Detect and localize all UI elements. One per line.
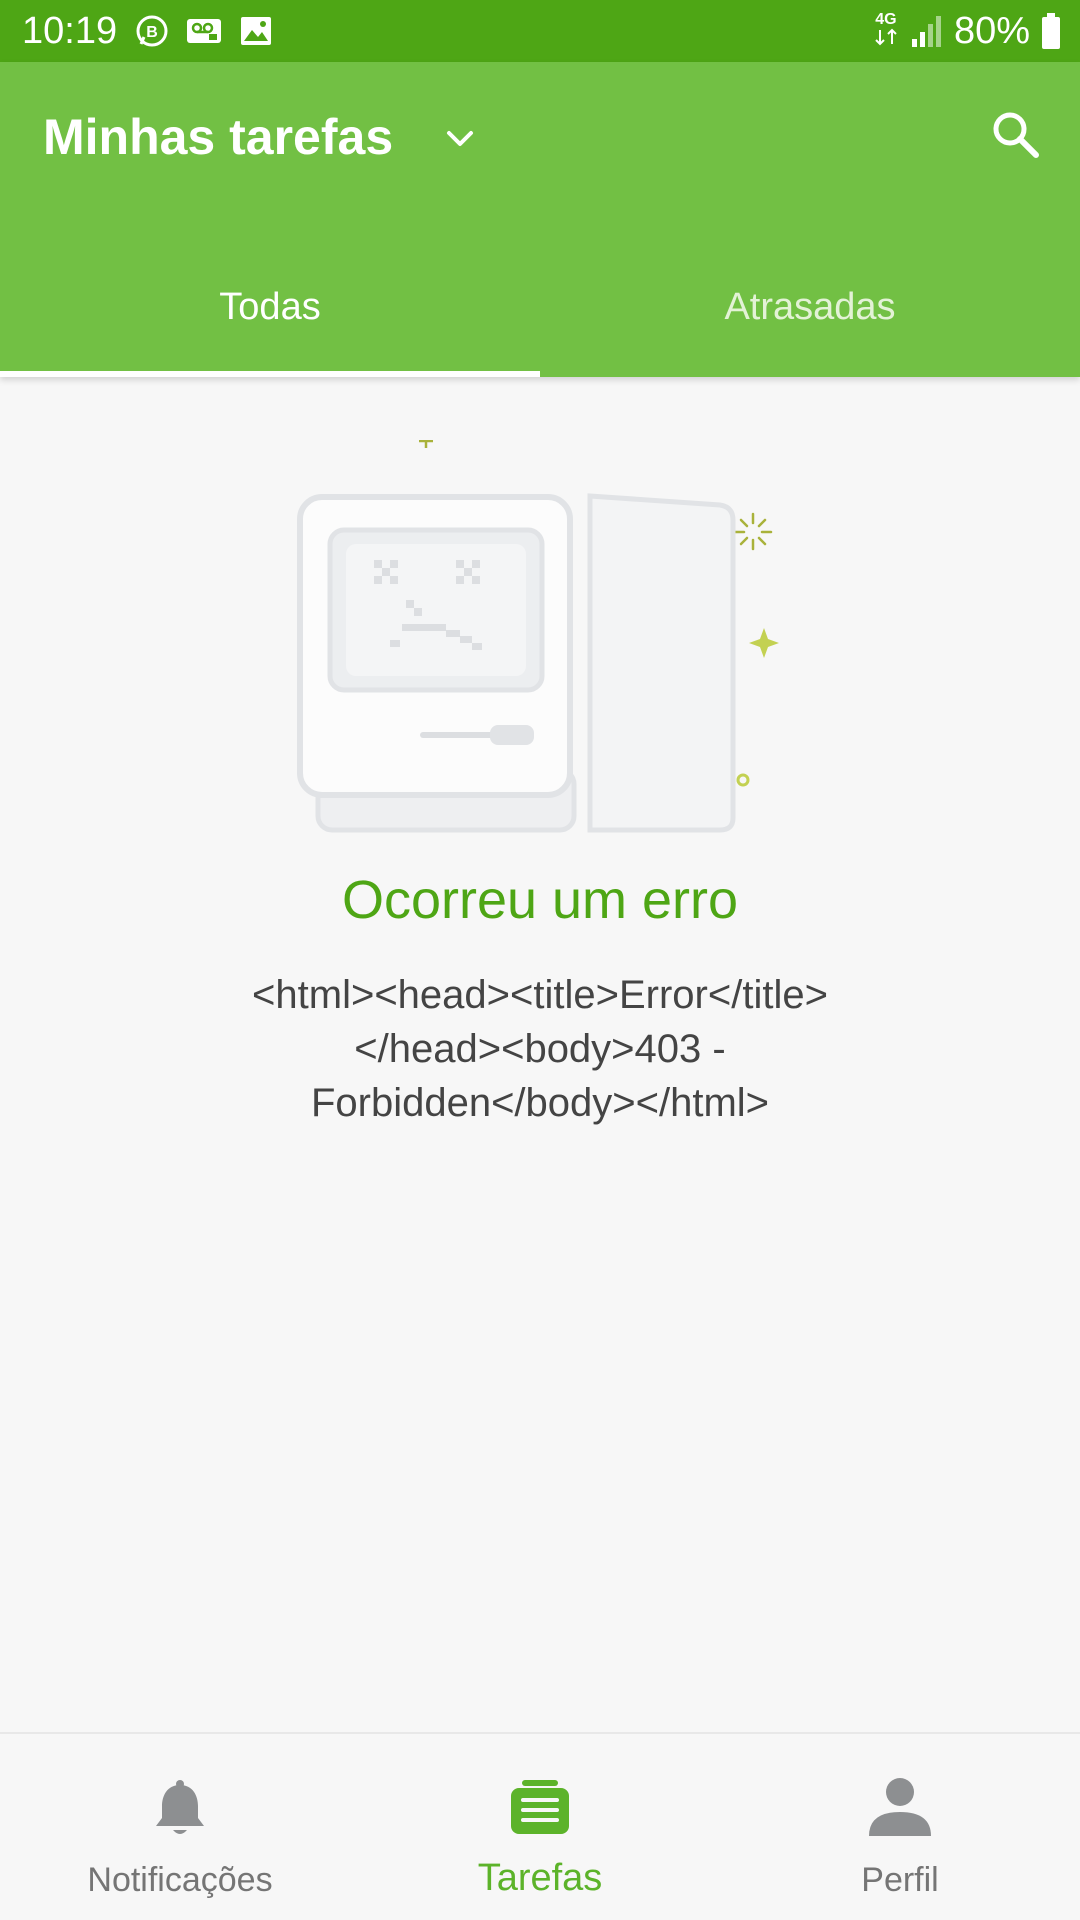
chevron-down-icon[interactable]: [442, 120, 478, 156]
search-icon[interactable]: [988, 107, 1044, 163]
nav-item-tarefas[interactable]: Tarefas: [360, 1734, 720, 1920]
notification-icons: B: [134, 13, 274, 49]
battery-percent: 80%: [953, 10, 1030, 52]
image-icon: [241, 17, 271, 45]
tab-indicator: [0, 371, 540, 377]
status-time: 10:19: [22, 10, 118, 52]
tab-atrasadas[interactable]: Atrasadas: [540, 262, 1080, 377]
svg-text:B: B: [146, 24, 158, 41]
signal-icon: [911, 16, 941, 47]
page-title[interactable]: Minhas tarefas: [43, 107, 393, 167]
battery-icon: [1042, 13, 1060, 49]
nav-item-notificacoes[interactable]: Notificações: [0, 1734, 360, 1920]
voicemail-icon: [187, 19, 221, 43]
person-icon: [869, 1778, 931, 1836]
network-type: 4G: [875, 10, 897, 28]
tab-bar: Todas Atrasadas: [0, 262, 1080, 377]
network-indicator: 4G: [872, 10, 900, 51]
tasks-icon: [511, 1780, 569, 1834]
bottom-navigation: Notificações Tarefas Perfil: [0, 1732, 1080, 1920]
nav-label-notificacoes: Notificações: [87, 1861, 273, 1899]
broken-computer-illustration: [297, 440, 779, 833]
data-arrows-icon: [875, 28, 897, 45]
tab-todas[interactable]: Todas: [0, 262, 540, 377]
status-bar: 10:19 B 4G 80%: [0, 0, 1080, 62]
nav-label-perfil: Perfil: [861, 1861, 939, 1899]
app-bar: Minhas tarefas Todas Atrasadas: [0, 62, 1080, 377]
whatsapp-business-icon: B: [136, 15, 168, 47]
nav-item-perfil[interactable]: Perfil: [720, 1734, 1080, 1920]
status-right: 4G 80%: [872, 10, 1062, 52]
nav-label-tarefas: Tarefas: [477, 1857, 603, 1899]
error-message: <html><head><title>Error</title></head><…: [252, 973, 828, 1125]
bell-icon: [156, 1780, 204, 1834]
error-title: Ocorreu um erro: [341, 870, 739, 930]
